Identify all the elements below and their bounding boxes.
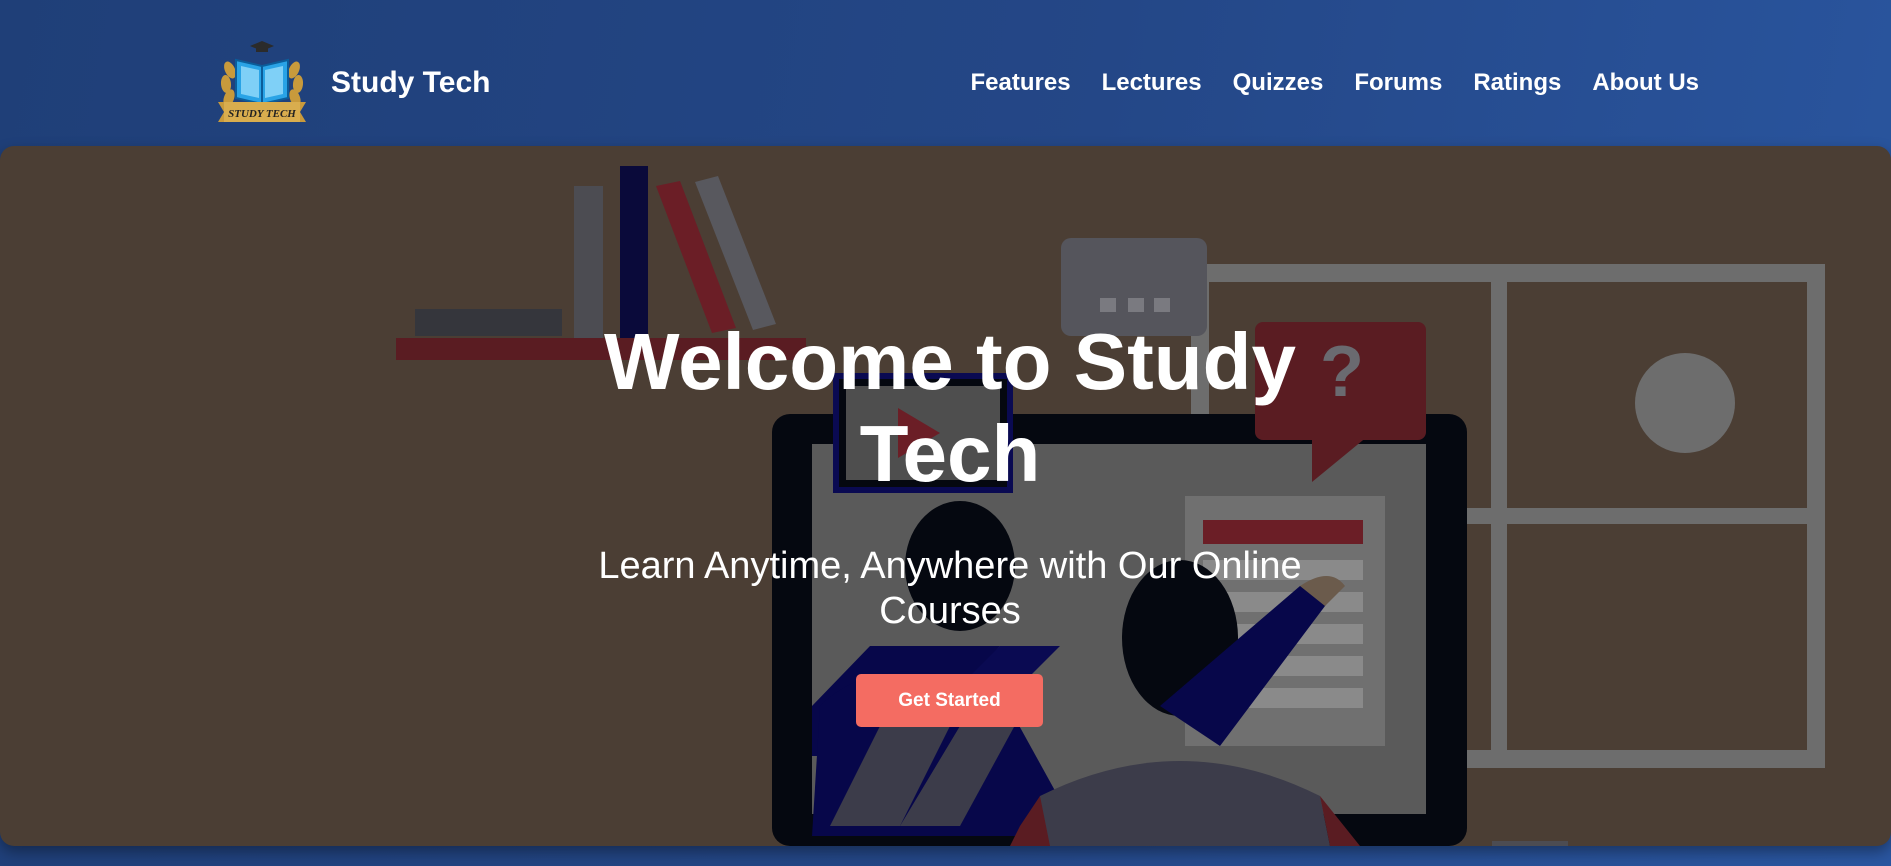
nav-link-quizzes[interactable]: Quizzes xyxy=(1233,69,1324,97)
get-started-button[interactable]: Get Started xyxy=(856,674,1043,727)
nav-link-forums[interactable]: Forums xyxy=(1354,69,1442,97)
nav-link-lectures[interactable]: Lectures xyxy=(1102,69,1202,97)
hero-content: Welcome to Study Tech Learn Anytime, Any… xyxy=(0,146,1891,846)
hero-title: Welcome to Study Tech xyxy=(604,317,1296,498)
nav-link-about-us[interactable]: About Us xyxy=(1592,69,1699,97)
brand-name[interactable]: Study Tech xyxy=(331,66,490,100)
logo-text: STUDY TECH xyxy=(228,108,296,120)
site-header: STUDY TECH Study Tech Features Lectures … xyxy=(0,0,1891,146)
hero-section: ? Welcome to Study Tech Learn Anytime, A… xyxy=(0,146,1891,846)
study-tech-logo[interactable]: STUDY TECH xyxy=(216,40,308,126)
hero-subtitle: Learn Anytime, Anywhere with Our Online … xyxy=(598,545,1302,632)
nav-link-ratings[interactable]: Ratings xyxy=(1473,69,1561,97)
nav-link-features[interactable]: Features xyxy=(971,69,1071,97)
main-nav: Features Lectures Quizzes Forums Ratings… xyxy=(971,69,1699,97)
